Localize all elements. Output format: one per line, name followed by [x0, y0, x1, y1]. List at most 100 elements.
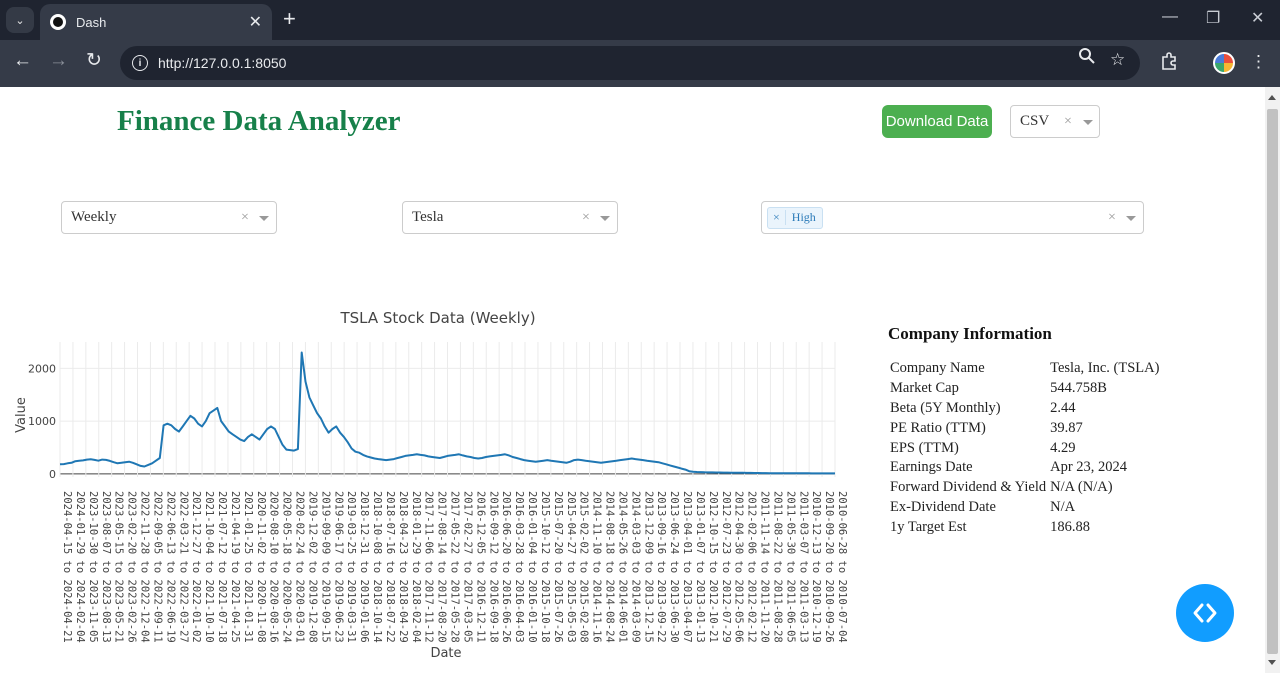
x-tick-label: 2017-08-14 to 2017-08-20	[436, 491, 448, 643]
x-tick-label: 2011-08-22 to 2011-08-28	[771, 491, 783, 643]
x-tick-label: 2021-01-25 to 2021-01-31	[242, 491, 254, 643]
page-scrollbar[interactable]	[1265, 87, 1280, 673]
x-tick-label: 2012-07-23 to 2012-07-29	[720, 491, 732, 643]
window-close-icon[interactable]: ✕	[1251, 8, 1264, 28]
x-tick-label: 2012-10-15 to 2012-10-21	[707, 491, 719, 643]
company-info-row: Forward Dividend & Yield N/A (N/A)	[888, 478, 1161, 498]
restore-icon[interactable]: ❐	[1206, 8, 1220, 28]
site-info-icon[interactable]: i	[132, 55, 148, 71]
x-tick-label: 2018-01-29 to 2018-02-04	[410, 491, 422, 643]
company-clear-icon[interactable]: ×	[582, 210, 590, 226]
extensions-icon[interactable]	[1160, 52, 1178, 75]
chip-remove-icon[interactable]: ×	[768, 210, 786, 225]
x-tick-label: 2019-06-17 to 2019-06-23	[332, 491, 344, 643]
back-icon[interactable]: ←	[13, 51, 32, 71]
page-title: Finance Data Analyzer	[117, 105, 401, 137]
interval-clear-icon[interactable]: ×	[241, 210, 249, 226]
debug-menu-button[interactable]	[1176, 584, 1234, 642]
x-tick-label: 2010-12-13 to 2010-12-19	[810, 491, 822, 643]
x-tick-label: 2017-11-06 to 2017-11-12	[423, 491, 435, 643]
x-tick-label: 2011-03-07 to 2011-03-13	[797, 491, 809, 643]
scroll-up-icon[interactable]	[1268, 95, 1276, 100]
info-value: 544.758B	[1050, 380, 1107, 397]
x-tick-label: 2017-05-22 to 2017-05-28	[449, 491, 461, 643]
dash-page: Finance Data Analyzer Download Data CSV …	[0, 87, 1265, 673]
dash-favicon-icon	[50, 14, 66, 30]
y-tick-label: 1000	[28, 415, 56, 428]
x-tick-label: 2015-07-20 to 2015-07-26	[552, 491, 564, 643]
x-tick-label: 2023-10-30 to 2023-11-05	[87, 491, 99, 643]
company-dropdown[interactable]: Tesla ×	[402, 201, 618, 234]
company-info-row: PE Ratio (TTM) 39.87	[888, 418, 1161, 438]
reload-icon[interactable]: ↻	[86, 51, 102, 71]
browser-tab-bar: ⌄ Dash ✕ + — ❐ ✕	[0, 0, 1280, 40]
x-tick-label: 2022-06-13 to 2022-06-19	[164, 491, 176, 643]
stock-line-chart-svg[interactable]: TSLA Stock Data (Weekly) Value Date 0 100…	[0, 302, 860, 667]
interval-dropdown[interactable]: Weekly ×	[61, 201, 277, 234]
x-tick-label: 2016-09-12 to 2016-09-18	[487, 491, 499, 643]
x-tick-label: 2022-09-05 to 2022-09-11	[151, 491, 163, 643]
y-tick-label: 0	[49, 468, 56, 481]
profile-avatar[interactable]	[1213, 52, 1235, 74]
metrics-multiselect[interactable]: × High ×	[761, 201, 1144, 234]
x-tick-label: 2020-08-10 to 2020-08-16	[268, 491, 280, 643]
x-tick-label: 2016-01-04 to 2016-01-10	[526, 491, 538, 643]
chart-title: TSLA Stock Data (Weekly)	[339, 309, 535, 327]
info-label: Ex-Dividend Date	[890, 498, 996, 515]
new-tab-icon[interactable]: +	[283, 8, 296, 30]
info-label: 1y Target Est	[890, 518, 967, 535]
info-value: 4.29	[1050, 439, 1076, 456]
x-tick-label: 2016-03-28 to 2016-04-03	[513, 491, 525, 643]
address-bar[interactable]: i http://127.0.0.1:8050	[120, 46, 1140, 80]
x-tick-label: 2010-06-28 to 2010-07-04	[836, 491, 848, 643]
x-tick-label: 2015-04-27 to 2015-05-03	[565, 491, 577, 643]
x-tick-label: 2014-05-26 to 2014-06-01	[616, 491, 628, 643]
download-data-button[interactable]: Download Data	[882, 105, 992, 138]
x-tick-label: 2018-04-23 to 2018-04-29	[397, 491, 409, 643]
bookmark-star-icon[interactable]: ☆	[1110, 50, 1125, 70]
scroll-down-icon[interactable]	[1268, 660, 1276, 665]
format-clear-icon[interactable]: ×	[1064, 114, 1072, 130]
x-tick-label: 2024-04-15 to 2024-04-21	[61, 491, 73, 643]
stock-chart[interactable]: TSLA Stock Data (Weekly) Value Date 0 100…	[0, 302, 860, 667]
info-value: Apr 23, 2024	[1050, 459, 1128, 476]
info-value: 2.44	[1050, 399, 1076, 416]
x-tick-label: 2023-05-15 to 2023-05-21	[113, 491, 125, 643]
info-value: N/A	[1050, 498, 1076, 515]
x-tick-label: 2018-07-16 to 2018-07-22	[384, 491, 396, 643]
x-tick-label: 2023-02-20 to 2023-02-26	[126, 491, 138, 643]
x-tick-label: 2024-01-29 to 2024-02-04	[74, 491, 86, 643]
scroll-thumb[interactable]	[1267, 109, 1278, 654]
x-tick-label: 2019-03-25 to 2019-03-31	[345, 491, 357, 643]
interval-chevron-down-icon[interactable]	[259, 216, 269, 221]
browser-tab[interactable]: Dash ✕	[40, 4, 272, 40]
x-tick-label: 2013-12-09 to 2013-12-15	[642, 491, 654, 643]
metrics-clear-icon[interactable]: ×	[1108, 210, 1116, 226]
company-info-row: Beta (5Y Monthly) 2.44	[888, 399, 1161, 419]
format-chevron-down-icon[interactable]	[1083, 120, 1093, 125]
x-tick-label: 2012-02-06 to 2012-02-12	[746, 491, 758, 643]
tab-close-icon[interactable]: ✕	[249, 12, 262, 32]
tab-search-chevron-icon[interactable]: ⌄	[6, 7, 34, 33]
company-info-title: Company Information	[888, 324, 1052, 343]
minimize-icon[interactable]: —	[1162, 8, 1178, 26]
info-value: N/A (N/A)	[1050, 479, 1113, 496]
x-tick-label: 2016-06-20 to 2016-06-26	[500, 491, 512, 643]
x-tick-label: 2022-03-21 to 2022-03-27	[177, 491, 189, 643]
x-tick-label: 2021-04-19 to 2021-04-25	[229, 491, 241, 643]
forward-icon[interactable]: →	[49, 51, 68, 71]
company-info-row: Ex-Dividend Date N/A	[888, 498, 1161, 518]
x-tick-label: 2011-05-30 to 2011-06-05	[784, 491, 796, 643]
x-tick-label: 2022-11-28 to 2022-12-04	[139, 491, 151, 643]
x-tick-label: 2013-04-01 to 2013-04-07	[681, 491, 693, 643]
metric-chip-label: High	[791, 210, 816, 224]
x-tick-label: 2018-10-08 to 2018-10-14	[371, 491, 383, 643]
metrics-chevron-down-icon[interactable]	[1126, 216, 1136, 221]
y-tick-label: 2000	[28, 362, 56, 375]
company-chevron-down-icon[interactable]	[600, 216, 610, 221]
format-dropdown[interactable]: CSV ×	[1010, 105, 1100, 138]
info-label: EPS (TTM)	[890, 439, 959, 456]
browser-menu-icon[interactable]: ⋮	[1250, 52, 1267, 72]
browser-toolbar: ← → ↻ i http://127.0.0.1:8050 ☆ ⋮	[0, 40, 1280, 87]
zoom-icon[interactable]	[1078, 47, 1096, 70]
